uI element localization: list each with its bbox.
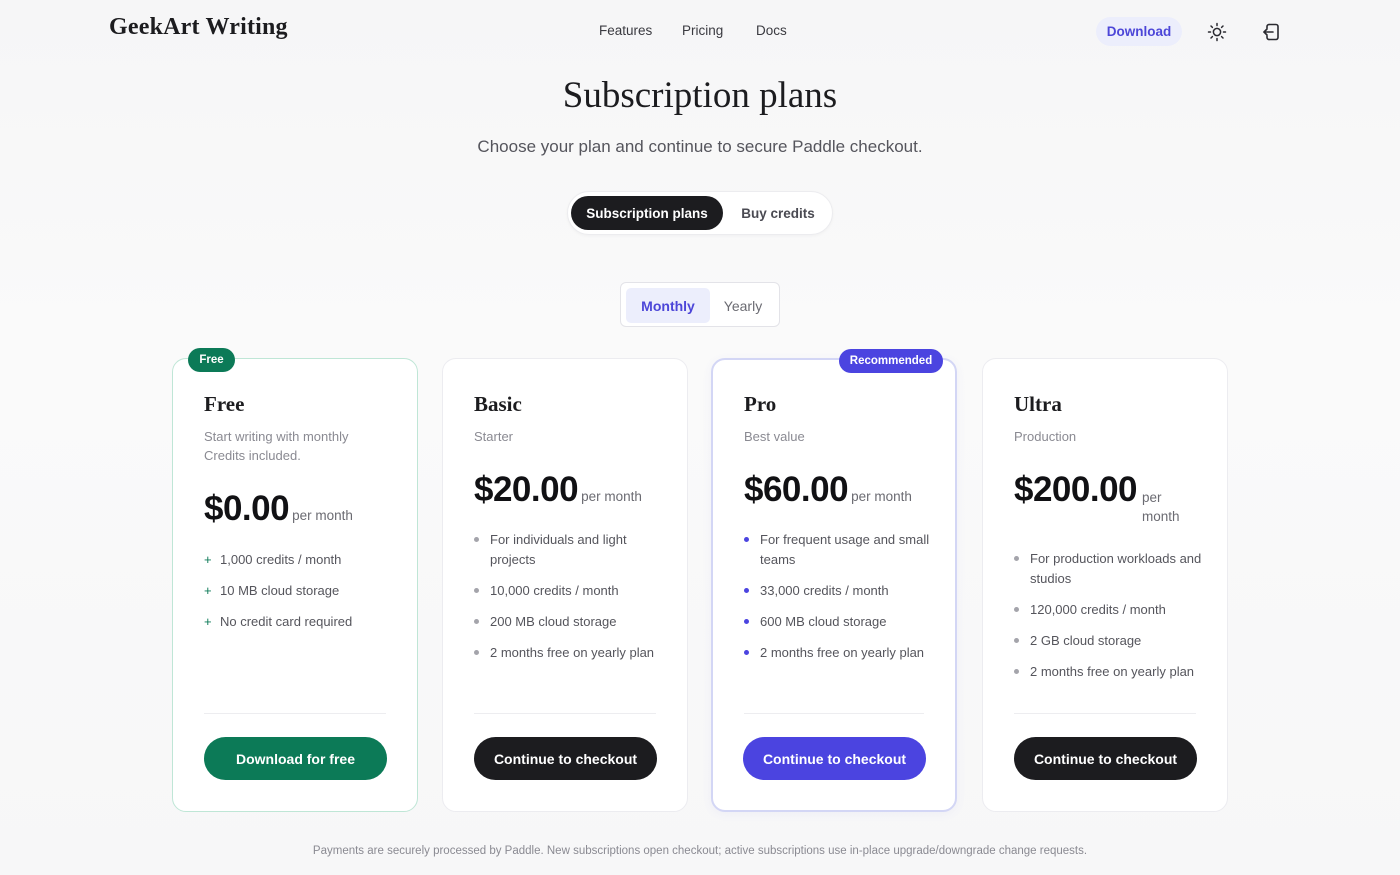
card-divider (474, 713, 656, 714)
card-divider (1014, 713, 1196, 714)
plan-price: $0.00 (204, 489, 290, 528)
feature-item: + No credit card required (204, 612, 409, 632)
payment-footnote: Payments are securely processed by Paddl… (312, 845, 1088, 857)
feature-text: 2 months free on yearly plan (760, 645, 925, 660)
nav-docs[interactable]: Docs (756, 23, 787, 38)
plan-description: Starter (474, 429, 514, 444)
nav-pricing[interactable]: Pricing (682, 23, 723, 38)
plan-price: $60.00 (744, 470, 849, 509)
plan-features: +1,000 credits / month +10 MB cloud stor… (204, 550, 409, 643)
feature-item: 200 MB cloud storage (474, 612, 664, 632)
tab-buy-credits[interactable]: Buy credits (728, 196, 828, 230)
feature-text: 2 months free on yearly plan (490, 645, 655, 660)
plan-features: For production workloads and studios 120… (1014, 549, 1204, 693)
feature-item: 2 months free on yearly plan (744, 643, 934, 663)
plus-icon: + (204, 614, 212, 629)
plan-name: Pro (744, 392, 777, 416)
plan-name: Ultra (1014, 392, 1062, 416)
plan-name: Free (204, 392, 245, 416)
plan-description: Start writing with monthly Credits inclu… (204, 429, 349, 463)
feature-item: +1,000 credits / month (204, 550, 409, 570)
plan-description: Production (1014, 429, 1077, 444)
feature-item: +10 MB cloud storage (204, 581, 409, 601)
feature-item: 2 GB cloud storage (1014, 631, 1204, 651)
plan-price-row: $200.00 (1014, 470, 1224, 510)
plus-icon: + (204, 552, 212, 567)
plan-card-free: Free Free Start writing with monthly Cre… (172, 348, 418, 812)
sign-out-icon (1263, 23, 1279, 41)
billing-period-toggle: Monthly Yearly (620, 282, 780, 327)
plan-features: For individuals and light projects 10,00… (474, 530, 664, 674)
plan-description: Best value (744, 429, 805, 444)
recommended-badge: Recommended (839, 349, 943, 373)
plus-icon: + (204, 583, 212, 598)
plan-card-basic: Basic Starter $20.00 per month For indivi… (442, 358, 688, 812)
feature-item: 2 months free on yearly plan (1014, 662, 1204, 682)
plan-period: per month (851, 489, 912, 504)
download-free-button[interactable]: Download for free (204, 737, 387, 780)
feature-item: For frequent usage and small teams (744, 530, 934, 570)
checkout-ultra-button[interactable]: Continue to checkout (1014, 737, 1197, 780)
checkout-pro-button[interactable]: Continue to checkout (743, 737, 926, 780)
card-divider (744, 713, 924, 714)
feature-text: 120,000 credits / month (1030, 602, 1166, 617)
plan-card-ultra: Ultra Production $200.00 per month For p… (982, 358, 1228, 812)
period-monthly[interactable]: Monthly (626, 288, 710, 323)
sun-icon (1207, 22, 1227, 42)
feature-text: 2 GB cloud storage (1030, 633, 1142, 648)
feature-item: 120,000 credits / month (1014, 600, 1204, 620)
feature-item: For production workloads and studios (1014, 549, 1204, 589)
logout-button[interactable] (1258, 19, 1284, 45)
plan-name: Basic (474, 392, 522, 416)
feature-text: 10,000 credits / month (490, 583, 619, 598)
plan-features: For frequent usage and small teams 33,00… (744, 530, 934, 674)
plan-price-row: $0.00 per month (204, 489, 414, 529)
plan-period: per month (581, 489, 642, 504)
plan-badge: Free (188, 348, 235, 372)
nav-features[interactable]: Features (599, 23, 652, 38)
period-yearly[interactable]: Yearly (713, 288, 773, 323)
feature-text: For production workloads and studios (1030, 551, 1202, 586)
tab-subscription-plans[interactable]: Subscription plans (571, 196, 723, 230)
feature-text: No credit card required (220, 614, 353, 629)
feature-item: 600 MB cloud storage (744, 612, 934, 632)
plan-period: per month (292, 508, 353, 523)
feature-text: 1,000 credits / month (220, 552, 342, 567)
feature-text: 200 MB cloud storage (490, 614, 617, 629)
page-subtitle: Choose your plan and continue to secure … (477, 137, 923, 156)
download-button[interactable]: Download (1096, 17, 1182, 46)
plan-mode-toggle: Subscription plans Buy credits (567, 191, 833, 235)
plan-price-row: $20.00 per month (474, 470, 684, 510)
plan-price: $20.00 (474, 470, 579, 509)
feature-text: 33,000 credits / month (760, 583, 889, 598)
checkout-basic-button[interactable]: Continue to checkout (474, 737, 657, 780)
feature-item: 33,000 credits / month (744, 581, 934, 601)
feature-item: 10,000 credits / month (474, 581, 664, 601)
feature-item: For individuals and light projects (474, 530, 664, 570)
plan-price: $200.00 (1014, 470, 1138, 509)
page-title: Subscription plans (562, 75, 838, 116)
feature-text: 600 MB cloud storage (760, 614, 887, 629)
card-divider (204, 713, 386, 714)
feature-item: 2 months free on yearly plan (474, 643, 664, 663)
feature-text: 10 MB cloud storage (220, 583, 340, 598)
feature-text: For frequent usage and small teams (760, 532, 930, 567)
plan-period: per month (1142, 490, 1180, 524)
feature-text: 2 months free on yearly plan (1030, 664, 1195, 679)
feature-text: For individuals and light projects (490, 532, 627, 567)
top-nav: Features Pricing Docs (0, 23, 1400, 41)
theme-toggle-button[interactable] (1204, 19, 1230, 45)
plan-card-pro: Recommended Pro Best value $60.00 per mon… (711, 349, 957, 812)
plan-price-row: $60.00 per month (744, 470, 954, 510)
